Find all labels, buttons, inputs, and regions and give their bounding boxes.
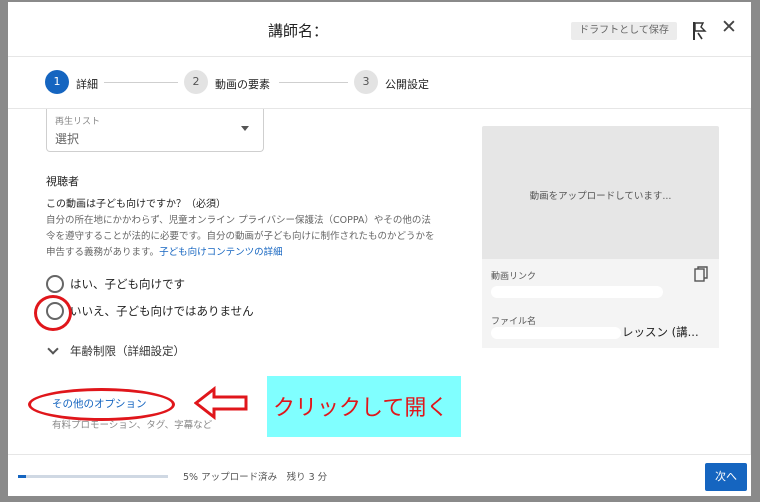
audience-question: この動画は子ども向けですか？（必須） xyxy=(46,199,226,210)
progress-stepper: 1 詳細 2 動画の要素 3 公開設定 xyxy=(8,58,751,109)
close-icon[interactable]: ✕ xyxy=(720,18,738,37)
scrollbar[interactable] xyxy=(750,109,751,454)
feedback-flag-icon[interactable] xyxy=(691,21,707,41)
audience-heading: 視聴者 xyxy=(46,175,79,188)
radio-yes-label[interactable]: はい、子ども向けです xyxy=(70,276,185,292)
step-2-label[interactable]: 動画の要素 xyxy=(215,76,270,92)
upload-progress-fill xyxy=(18,475,26,478)
details-content: 再生リスト 選択 視聴者 この動画は子ども向けですか？（必須） 自分の所在地にか… xyxy=(8,109,751,454)
step-connector xyxy=(104,82,178,83)
age-restriction-toggle[interactable]: 年齢制限（詳細設定） xyxy=(70,343,185,359)
step-3-circle[interactable]: 3 xyxy=(354,70,378,94)
upload-progress-bar xyxy=(18,475,168,478)
video-link-redacted xyxy=(491,286,663,298)
audience-description: 自分の所在地にかかわらず、児童オンライン プライバシー保護法（COPPA）やその… xyxy=(46,213,468,261)
playlist-label: 再生リスト xyxy=(55,117,101,127)
upload-dialog: 講師名： ドラフトとして保存 ✕ 1 詳細 2 動画の要素 3 公開設定 再生リ… xyxy=(8,2,751,496)
step-connector xyxy=(279,82,348,83)
audience-description-line: 令を遵守することが法的に必要です。自分の動画が子ども向けに制作されたものかどうか… xyxy=(46,231,435,242)
annotation-red-circle xyxy=(34,295,72,331)
step-3-label[interactable]: 公開設定 xyxy=(385,76,429,92)
filename-redacted xyxy=(491,327,621,339)
annotation-red-oval xyxy=(28,388,175,421)
playlist-value: 選択 xyxy=(55,132,80,146)
video-info-panel: 動画リンク ファイル名 レッスン (講... xyxy=(482,259,719,348)
upload-status-text: 動画をアップロードしています... xyxy=(529,191,672,202)
annotation-arrow-icon xyxy=(194,386,248,420)
annotation-callout-text: クリックして開く xyxy=(273,396,449,421)
step-1-label[interactable]: 詳細 xyxy=(76,76,98,92)
filename-value: レッスン (講... xyxy=(622,325,699,339)
copy-icon[interactable] xyxy=(694,266,708,282)
audience-description-line: 自分の所在地にかかわらず、児童オンライン プライバシー保護法（COPPA）やその… xyxy=(46,215,431,226)
dialog-header: 講師名： ドラフトとして保存 ✕ xyxy=(8,2,751,57)
radio-made-for-kids-yes[interactable] xyxy=(46,275,64,293)
annotation-callout: クリックして開く xyxy=(267,376,461,437)
radio-no-label[interactable]: いいえ、子ども向けではありません xyxy=(70,303,254,319)
step-1-circle[interactable]: 1 xyxy=(45,70,69,94)
save-draft-button[interactable]: ドラフトとして保存 xyxy=(571,22,677,40)
upload-progress-text: 5% アップロード済み 残り 3 分 xyxy=(183,472,328,483)
dialog-title: 講師名： xyxy=(268,22,329,40)
kids-content-link[interactable]: 子ども向けコンテンツの詳細 xyxy=(159,247,283,258)
dropdown-arrow-icon xyxy=(241,126,249,131)
playlist-select[interactable]: 再生リスト 選択 xyxy=(46,109,264,152)
next-button[interactable]: 次へ xyxy=(705,463,747,491)
audience-description-text: 申告する義務があります。 xyxy=(46,247,160,258)
dialog-footer: 5% アップロード済み 残り 3 分 次へ xyxy=(8,454,751,496)
filename-label: ファイル名 xyxy=(491,317,537,327)
step-2-circle[interactable]: 2 xyxy=(184,70,208,94)
audience-description-line: 申告する義務があります。子ども向けコンテンツの詳細 xyxy=(46,245,468,261)
video-link-label: 動画リンク xyxy=(491,272,537,282)
chevron-down-icon[interactable] xyxy=(47,343,59,355)
